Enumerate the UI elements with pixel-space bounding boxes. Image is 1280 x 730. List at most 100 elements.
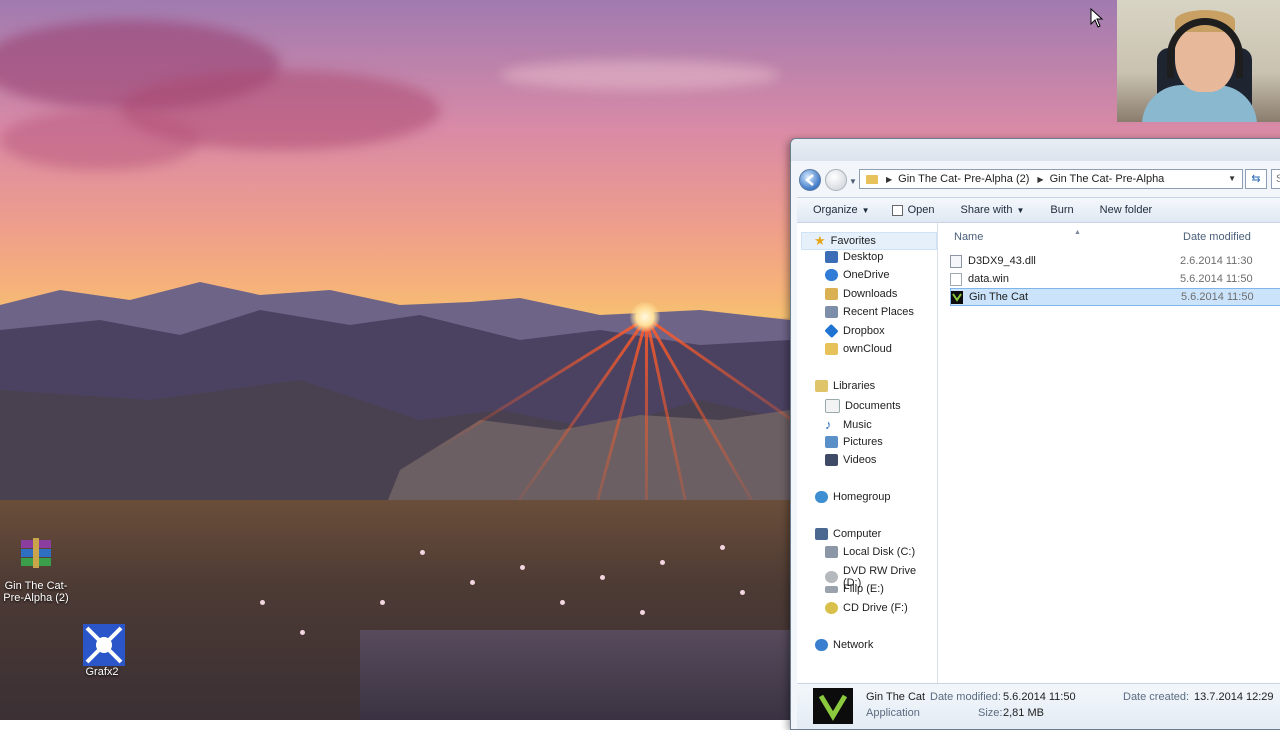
- chevron-down-icon: ▼: [1016, 205, 1025, 215]
- navigation-pane: ★ Favorites Desktop OneDrive Downloads R…: [797, 223, 938, 683]
- music-note-icon: ♪: [825, 417, 832, 432]
- file-date: 5.6.2014 11:50: [1180, 273, 1253, 285]
- dvd-drive-icon: [825, 571, 838, 583]
- desktop-icon-label: Grafx2: [85, 666, 119, 678]
- nav-item-label: CD Drive (F:): [843, 602, 908, 614]
- libraries-icon: [815, 380, 828, 392]
- folder-icon: [866, 174, 878, 184]
- nav-item-videos[interactable]: Videos: [825, 454, 876, 466]
- breadcrumb-item[interactable]: Gin The Cat- Pre-Alpha (2): [898, 173, 1029, 185]
- nav-item-cd-drive-f[interactable]: CD Drive (F:): [825, 602, 908, 614]
- onedrive-cloud-icon: [825, 269, 838, 281]
- file-name: D3DX9_43.dll: [968, 255, 1036, 267]
- nav-group-label: Favorites: [830, 235, 876, 247]
- file-row[interactable]: D3DX9_43.dll 2.6.2014 11:30: [950, 252, 1280, 270]
- recent-pages-chevron-icon[interactable]: ▼: [849, 177, 857, 186]
- nav-item-label: ownCloud: [843, 343, 892, 355]
- desktop-icon-grafx2[interactable]: Grafx2: [62, 624, 142, 678]
- share-with-button[interactable]: Share with ▼: [960, 204, 1024, 216]
- documents-icon: [825, 399, 840, 413]
- command-bar: Organize ▼ Open Share with ▼ Burn New fold…: [797, 197, 1280, 223]
- open-icon: [891, 204, 903, 216]
- file-name: Gin The Cat: [969, 291, 1029, 303]
- cloud: [0, 110, 200, 170]
- refresh-button[interactable]: ⇆: [1245, 169, 1267, 189]
- back-arrow-icon: [805, 174, 814, 186]
- file-list-pane: Name ▲ Date modified D3DX9_43.dll 2.6.20…: [938, 223, 1280, 683]
- forward-button[interactable]: [825, 169, 847, 191]
- network-icon: [815, 639, 828, 651]
- open-label: Open: [907, 204, 935, 216]
- nav-item-music[interactable]: ♪ Music: [825, 417, 872, 432]
- breadcrumb-item[interactable]: Gin The Cat- Pre-Alpha: [1050, 173, 1165, 185]
- organize-button[interactable]: Organize ▼: [813, 204, 870, 216]
- file-row[interactable]: data.win 5.6.2014 11:50: [950, 270, 1280, 288]
- desktop-icon-label: Pre-Alpha (2): [3, 592, 69, 604]
- file-row-selected[interactable]: Gin The Cat 5.6.2014 11:50: [950, 288, 1280, 306]
- details-pane: Gin The Cat Application Date modified: 5…: [797, 683, 1280, 729]
- burn-button[interactable]: Burn: [1050, 204, 1073, 216]
- navigation-bar: ▼ ▶ Gin The Cat- Pre-Alpha (2) ▶ Gin The…: [797, 167, 1280, 193]
- gamemaker-app-icon: [951, 290, 963, 304]
- nav-favorites[interactable]: ★ Favorites: [801, 232, 937, 250]
- cotton-flower: [660, 560, 665, 565]
- nav-libraries[interactable]: Libraries: [815, 380, 875, 392]
- file-date: 2.6.2014 11:30: [1180, 255, 1253, 267]
- cotton-flower: [420, 550, 425, 555]
- star-icon: ★: [814, 233, 826, 248]
- nav-item-filip-e[interactable]: Filip (E:): [825, 583, 884, 595]
- cotton-flower: [260, 600, 265, 605]
- breadcrumb-chevron-icon[interactable]: ▶: [886, 175, 892, 184]
- removable-drive-icon: [825, 585, 838, 593]
- nav-item-pictures[interactable]: Pictures: [825, 436, 883, 448]
- nav-item-recent-places[interactable]: Recent Places: [825, 306, 914, 318]
- cotton-flower: [560, 600, 565, 605]
- nav-item-downloads[interactable]: Downloads: [825, 288, 897, 300]
- nav-item-label: Downloads: [843, 288, 898, 300]
- cd-drive-icon: [825, 602, 838, 614]
- pond: [360, 630, 790, 720]
- address-bar[interactable]: ▶ Gin The Cat- Pre-Alpha (2) ▶ Gin The C…: [859, 169, 1243, 189]
- dll-file-icon: [950, 254, 962, 268]
- cotton-flower: [640, 610, 645, 615]
- cotton-flower: [600, 575, 605, 580]
- window-titlebar[interactable]: [791, 139, 1280, 161]
- cotton-flower: [520, 565, 525, 570]
- back-button[interactable]: [799, 169, 821, 191]
- column-header-date-modified[interactable]: Date modified: [1183, 231, 1251, 243]
- blank-file-icon: [950, 272, 962, 286]
- nav-item-dropbox[interactable]: Dropbox: [824, 323, 885, 339]
- hard-drive-icon: [825, 546, 838, 558]
- desktop-icon-gin-archive[interactable]: Gin The Cat- Pre-Alpha (2): [0, 538, 76, 604]
- nav-item-documents[interactable]: Documents: [825, 399, 901, 413]
- nav-item-local-disk-c[interactable]: Local Disk (C:): [825, 546, 915, 558]
- share-with-label: Share with: [960, 204, 1013, 216]
- nav-group-label: Libraries: [833, 380, 876, 392]
- nav-network[interactable]: Network: [815, 639, 873, 651]
- nav-homegroup[interactable]: Homegroup: [815, 491, 890, 503]
- breadcrumb-chevron-icon[interactable]: ▶: [1037, 175, 1043, 184]
- column-header-name[interactable]: Name ▲: [954, 229, 1081, 243]
- nav-item-label: OneDrive: [843, 269, 890, 281]
- nav-item-label: Local Disk (C:): [843, 546, 916, 558]
- search-input[interactable]: S: [1271, 169, 1280, 189]
- burn-label: Burn: [1050, 204, 1074, 216]
- file-explorer-window: ▼ ▶ Gin The Cat- Pre-Alpha (2) ▶ Gin The…: [790, 138, 1280, 730]
- nav-item-owncloud[interactable]: ownCloud: [825, 343, 892, 355]
- details-date-modified: 5.6.2014 11:50: [1003, 691, 1076, 703]
- details-date-created-label: Date created:: [1123, 691, 1190, 703]
- address-dropdown-icon[interactable]: ▼: [1228, 174, 1236, 183]
- nav-computer[interactable]: Computer: [815, 528, 881, 540]
- open-button[interactable]: Open: [891, 204, 935, 216]
- new-folder-label: New folder: [1099, 204, 1153, 216]
- nav-item-desktop[interactable]: Desktop: [825, 251, 883, 263]
- nav-item-label: Filip (E:): [843, 583, 884, 595]
- nav-item-label: Pictures: [843, 436, 883, 448]
- nav-item-label: Music: [843, 418, 872, 431]
- grafx2-app-icon: [83, 624, 125, 666]
- nav-item-onedrive[interactable]: OneDrive: [825, 269, 889, 281]
- chevron-down-icon: ▼: [861, 205, 870, 215]
- column-header-label: Date modified: [1183, 231, 1251, 243]
- new-folder-button[interactable]: New folder: [1100, 204, 1153, 216]
- desktop-icon-label: Gin The Cat-: [4, 580, 68, 592]
